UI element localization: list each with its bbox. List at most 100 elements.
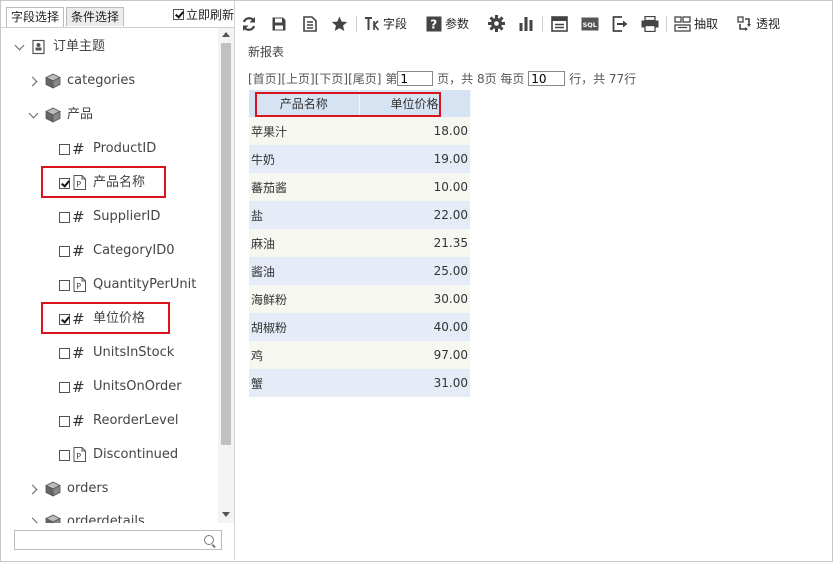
pivot-label: 透视 xyxy=(756,16,781,31)
auto-refresh-label: 立即刷新 xyxy=(186,8,235,22)
highlight-box-table-header xyxy=(255,92,441,117)
field-checkbox[interactable] xyxy=(59,382,70,393)
refresh-icon xyxy=(242,16,256,31)
field-checkbox[interactable] xyxy=(59,416,70,427)
auto-refresh-checkbox[interactable] xyxy=(173,9,184,20)
pager-next-link[interactable]: [下页] xyxy=(315,72,348,86)
field-row[interactable]: # SupplierID xyxy=(1,207,211,227)
panel-tabbar: 字段选择 条件选择 立即刷新 xyxy=(1,1,234,28)
chart-button[interactable] xyxy=(518,12,534,34)
table-row: 盐 22.00 xyxy=(249,201,470,229)
save-as-button[interactable] xyxy=(302,12,318,34)
table-row: 鸡 97.00 xyxy=(249,341,470,369)
refresh-button[interactable] xyxy=(241,12,257,34)
tab-condition-select[interactable]: 条件选择 xyxy=(66,7,124,26)
tree-orderdetails-label: orderdetails xyxy=(67,514,145,523)
tree-node-product[interactable]: 产品 xyxy=(1,105,211,125)
tree-node-orderdetails[interactable]: orderdetails xyxy=(1,512,211,523)
cell-product-name: 鸡 xyxy=(249,341,359,369)
field-row[interactable]: # UnitsOnOrder xyxy=(1,377,211,397)
pager-page-suffix: 页，共 8页 每页 xyxy=(437,72,525,86)
scroll-down-arrow-icon[interactable] xyxy=(222,512,230,517)
sql-button[interactable]: SQL xyxy=(581,12,599,34)
export-button[interactable] xyxy=(612,12,629,34)
table-row: 海鲜粉 30.00 xyxy=(249,285,470,313)
pager-page-input[interactable] xyxy=(397,71,434,86)
chevron-down-icon[interactable] xyxy=(14,40,25,51)
pager-size-input[interactable] xyxy=(528,71,566,86)
field-label: UnitsOnOrder xyxy=(93,379,182,394)
table-row: 酱油 25.00 xyxy=(249,257,470,285)
print-button[interactable] xyxy=(641,12,659,34)
toolbar-separator xyxy=(542,16,543,32)
cell-unit-price: 21.35 xyxy=(359,229,470,257)
field-checkbox[interactable] xyxy=(59,246,70,257)
field-checkbox[interactable] xyxy=(59,348,70,359)
cell-product-name: 苹果汁 xyxy=(249,117,359,145)
layout-button[interactable] xyxy=(551,12,568,34)
field-row[interactable]: # UnitsInStock xyxy=(1,343,211,363)
field-row[interactable]: P Discontinued xyxy=(1,445,211,465)
cell-unit-price: 97.00 xyxy=(359,341,470,369)
bar-chart-icon xyxy=(519,16,533,31)
field-row[interactable]: # ReorderLevel xyxy=(1,411,211,431)
tree-node-root[interactable]: 订单主题 xyxy=(1,37,211,57)
chevron-right-icon[interactable] xyxy=(27,484,38,495)
params-button[interactable]: ? 参数 xyxy=(426,12,469,34)
field-row[interactable]: P QuantityPerUnit xyxy=(1,275,211,295)
pager-first-link[interactable]: [首页] xyxy=(248,72,281,86)
cell-unit-price: 22.00 xyxy=(359,201,470,229)
tree-root-label: 订单主题 xyxy=(53,39,106,54)
tree-categories-label: categories xyxy=(67,73,136,88)
save-as-icon xyxy=(303,15,317,32)
field-checkbox[interactable] xyxy=(59,450,70,461)
extract-button[interactable]: 抽取 xyxy=(674,12,718,34)
field-checkbox[interactable] xyxy=(59,144,70,155)
field-row[interactable]: # ProductID xyxy=(1,139,211,159)
chevron-right-icon[interactable] xyxy=(27,517,38,523)
extract-label: 抽取 xyxy=(694,16,719,31)
cell-unit-price: 10.00 xyxy=(359,173,470,201)
pager-prev-link[interactable]: [上页] xyxy=(281,72,314,86)
field-checkbox[interactable] xyxy=(59,280,70,291)
cell-product-name: 蟹 xyxy=(249,369,359,397)
highlight-box-unit-price xyxy=(41,302,170,334)
table-cube-icon xyxy=(45,514,61,523)
fields-button[interactable]: 字段 xyxy=(364,12,407,34)
tree-node-orders[interactable]: orders xyxy=(1,479,211,499)
tab-field-select[interactable]: 字段选择 xyxy=(6,7,64,27)
search-icon[interactable] xyxy=(204,535,214,545)
favorite-button[interactable] xyxy=(331,12,348,34)
field-label: ProductID xyxy=(93,141,157,156)
chevron-right-icon[interactable] xyxy=(27,76,38,87)
field-search-box[interactable] xyxy=(14,530,222,550)
chevron-down-icon[interactable] xyxy=(28,108,39,119)
pager: [首页][上页][下页][尾页] 第 页，共 8页 每页 行，共 77行 xyxy=(248,70,636,87)
field-search-input[interactable] xyxy=(19,532,203,550)
scrollbar-thumb[interactable] xyxy=(221,43,231,445)
cell-unit-price: 18.00 xyxy=(359,117,470,145)
field-panel: 字段选择 条件选择 立即刷新 订单主题 categories 产品 # Prod… xyxy=(1,1,235,560)
text-field-icon: P xyxy=(73,447,86,462)
tree-node-categories[interactable]: categories xyxy=(1,71,211,91)
settings-button[interactable] xyxy=(488,12,505,34)
auto-refresh-toggle[interactable]: 立即刷新 xyxy=(173,6,234,23)
report-title: 新报表 xyxy=(248,45,285,59)
table-row: 蕃茄酱 10.00 xyxy=(249,173,470,201)
fields-label: 字段 xyxy=(383,16,408,31)
number-field-icon: # xyxy=(72,208,85,226)
number-field-icon: # xyxy=(72,140,85,158)
extract-icon xyxy=(674,15,691,32)
report-table: 产品名称 单位价格 苹果汁 18.00 牛奶 19.00 蕃茄酱 10.00 盐 22.… xyxy=(249,90,471,397)
cell-product-name: 麻油 xyxy=(249,229,359,257)
table-cube-icon xyxy=(45,481,61,497)
field-checkbox[interactable] xyxy=(59,212,70,223)
scroll-up-arrow-icon[interactable] xyxy=(222,32,230,37)
field-tree: 订单主题 categories 产品 # ProductID P 产品名称 # … xyxy=(1,28,217,523)
field-row[interactable]: # CategoryID0 xyxy=(1,241,211,261)
pivot-button[interactable]: 透视 xyxy=(737,12,780,34)
print-icon xyxy=(641,15,659,32)
tree-scrollbar[interactable] xyxy=(218,28,234,523)
save-button[interactable] xyxy=(271,12,287,34)
pager-last-link[interactable]: [尾页] xyxy=(348,72,381,86)
